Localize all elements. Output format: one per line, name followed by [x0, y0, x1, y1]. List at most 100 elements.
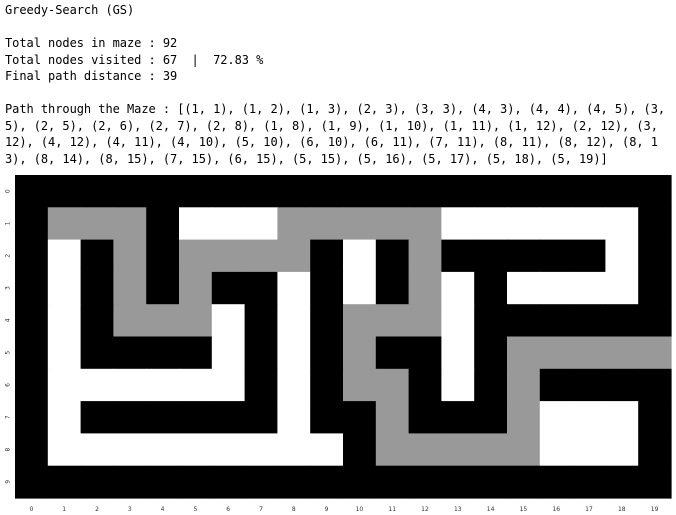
maze-cell-wall — [15, 207, 49, 241]
maze-cell-open — [605, 401, 639, 434]
maze-cell-wall — [343, 401, 377, 434]
maze-cell-path — [441, 433, 475, 467]
maze-cell-wall — [343, 433, 377, 467]
maze-cell-path — [343, 368, 377, 402]
maze-cell-wall — [408, 465, 442, 499]
maze-cell-open — [211, 207, 246, 241]
maze-cell-wall — [539, 368, 574, 402]
maze-cell-wall — [113, 336, 147, 370]
maze-cell-open — [80, 433, 114, 467]
maze-cell-path — [408, 239, 442, 273]
y-tick-label: 9 — [5, 480, 12, 484]
maze-figure: 0123456789 0 1 2 3 4 5 6 7 8 9 10 11 12 13 14 15 16 17 18 1… — [0, 170, 676, 515]
maze-cell-wall — [408, 336, 442, 370]
path-list-text: Path through the Maze : [(1, 1), (1, 2),… — [5, 102, 673, 166]
maze-cell-wall — [441, 175, 475, 208]
maze-cell-open — [572, 433, 606, 467]
maze-cell-open — [277, 433, 311, 467]
maze-cell-wall — [15, 175, 49, 208]
x-tick-label: 16 — [552, 506, 560, 511]
y-tick-label: 7 — [5, 415, 12, 419]
maze-cell-open — [47, 433, 82, 467]
maze-cell-wall — [474, 304, 508, 338]
y-tick-label: 4 — [5, 318, 12, 322]
maze-cell-wall — [310, 271, 344, 305]
maze-cell-open — [605, 271, 639, 305]
maze-cell-open — [310, 433, 344, 467]
maze-cell-open — [47, 271, 82, 305]
maze-cell-open — [179, 207, 213, 241]
maze-cell-path — [539, 336, 574, 370]
maze-cell-open — [605, 207, 639, 241]
maze-cell-path — [408, 304, 442, 338]
maze-cell-wall — [310, 175, 344, 208]
maze-cell-path — [244, 239, 278, 273]
maze-cell-wall — [80, 175, 114, 208]
maze-cell-wall — [80, 465, 114, 499]
maze-cell-wall — [408, 401, 442, 434]
maze-cell-path — [179, 239, 213, 273]
maze-cell-open — [605, 239, 639, 273]
maze-cell-wall — [474, 175, 508, 208]
maze-cell-wall — [408, 175, 442, 208]
x-tick-label: 2 — [95, 506, 99, 511]
maze-cell-open — [605, 433, 639, 467]
maze-cell-wall — [310, 239, 344, 273]
maze-cell-wall — [244, 368, 278, 402]
maze-cell-open — [572, 207, 606, 241]
maze-cell-wall — [15, 304, 49, 338]
maze-cell-open — [146, 368, 180, 402]
maze-cell-open — [277, 304, 311, 338]
console-output: Greedy-Search (GS) Total nodes in maze : … — [5, 2, 671, 167]
x-tick-label: 9 — [325, 506, 329, 511]
maze-cell-open — [539, 271, 574, 305]
maze-cell-wall — [408, 368, 442, 402]
maze-cell-open — [441, 271, 475, 305]
maze-cell-wall — [244, 175, 278, 208]
visited-nodes-line: Total nodes visited : 67 | 72.83 % — [5, 52, 264, 67]
maze-cell-open — [507, 271, 541, 305]
x-tick-label: 17 — [585, 506, 593, 511]
maze-cell-wall — [113, 465, 147, 499]
maze-cell-wall — [310, 336, 344, 370]
maze-cell-wall — [474, 239, 508, 273]
maze-cell-wall — [15, 271, 49, 305]
maze-cell-open — [539, 207, 574, 241]
maze-cell-path — [408, 433, 442, 467]
maze-cell-wall — [244, 336, 278, 370]
maze-cell-open — [277, 336, 311, 370]
maze-cell-open — [572, 401, 606, 434]
maze-cell-wall — [507, 239, 541, 273]
maze-cell-path — [507, 336, 541, 370]
x-tick-label: 0 — [29, 506, 33, 511]
maze-cell-open — [277, 401, 311, 434]
maze-cell-wall — [146, 207, 180, 241]
maze-cell-wall — [507, 175, 541, 208]
maze-cell-wall — [605, 465, 639, 499]
maze-cell-wall — [211, 271, 246, 305]
maze-cell-open — [277, 368, 311, 402]
maze-cell-wall — [343, 465, 377, 499]
maze-cell-wall — [474, 336, 508, 370]
maze-cell-open — [211, 336, 246, 370]
maze-cell-wall — [638, 175, 672, 208]
maze-cell-wall — [80, 271, 114, 305]
maze-cell-wall — [572, 239, 606, 273]
maze-cell-wall — [47, 465, 82, 499]
x-tick-label: 3 — [128, 506, 132, 511]
maze-cell-wall — [277, 175, 311, 208]
maze-cell-wall — [15, 368, 49, 402]
maze-cell-open — [343, 239, 377, 273]
maze-cell-open — [47, 336, 82, 370]
maze-cell-wall — [474, 368, 508, 402]
x-tick-label: 4 — [161, 506, 165, 511]
maze-cell-wall — [15, 433, 49, 467]
maze-cell-open — [179, 433, 213, 467]
maze-cell-open — [277, 271, 311, 305]
maze-cell-path — [211, 239, 246, 273]
y-tick-label: 5 — [5, 351, 12, 355]
maze-cell-path — [572, 336, 606, 370]
y-tick-label: 6 — [5, 383, 12, 387]
y-tick-label: 2 — [5, 254, 12, 258]
